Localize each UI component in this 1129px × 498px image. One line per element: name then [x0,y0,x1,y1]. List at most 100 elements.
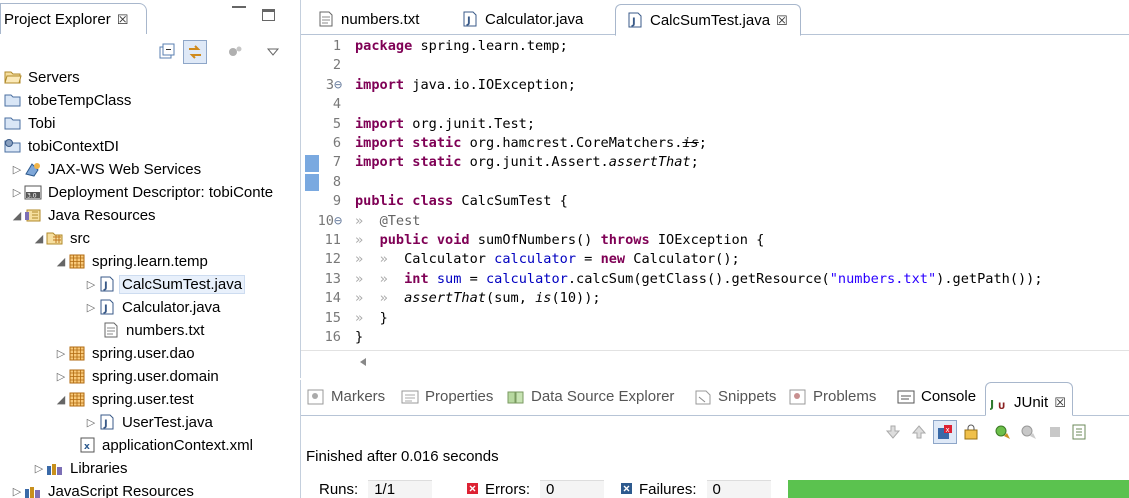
scroll-left-icon[interactable] [357,356,369,368]
chevron-right-icon[interactable]: ▷ [10,485,24,498]
tree-item-selected[interactable]: ▷ J CalcSumTest.java [84,273,246,295]
chevron-right-icon[interactable]: ▷ [84,416,98,429]
chevron-right-icon[interactable]: ▷ [10,163,24,176]
test-run-history-button[interactable] [1067,420,1091,444]
stop-button[interactable] [1043,420,1067,444]
tree-item[interactable]: ◢ spring.learn.temp [54,250,208,272]
java-resources-icon [24,207,42,223]
tree-item[interactable]: ▷ 3.0 Deployment Descriptor: tobiConte [10,181,273,203]
tree-item[interactable]: ◢ Java Resources [10,204,156,226]
java-project-icon [4,138,22,154]
error-icon [467,483,478,494]
code-line: 15» } [324,309,388,326]
text-file-icon [317,11,335,27]
tree-item[interactable]: Tobi [4,112,56,134]
rerun-test-button[interactable] [991,420,1015,444]
tree-item-label: spring.user.dao [92,344,195,362]
svg-text:J: J [103,304,108,315]
close-icon[interactable]: ☒ [776,13,788,28]
chevron-right-icon[interactable]: ▷ [54,370,68,383]
chevron-right-icon[interactable]: ▷ [32,462,46,475]
tree-item[interactable]: ◢ spring.user.test [54,388,194,410]
tab-data-source-explorer[interactable]: Data Source Explorer [507,388,674,405]
tree-item-label: Servers [28,68,80,86]
lock-icon [964,424,978,440]
editor-tab-calcsumtest[interactable]: J CalcSumTest.java ☒ [615,4,801,36]
tree-item-label: tobeTempClass [28,91,132,109]
close-icon[interactable]: ☒ [1054,395,1066,411]
chevron-down-icon[interactable]: ◢ [54,255,68,268]
tab-snippets[interactable]: Snippets [694,388,776,405]
tree-item-label: Deployment Descriptor: tobiConte [48,183,274,201]
runs-counter: Runs: 1/1 [319,480,433,498]
rerun-failed-first-button[interactable] [1017,420,1041,444]
tree-item-label: Tobi [28,114,56,132]
chevron-right-icon[interactable]: ▷ [10,186,24,199]
errors-counter: Errors: 0 [467,480,604,498]
editor-tab-calculator[interactable]: J Calculator.java [451,4,583,35]
tree-item[interactable]: ▷ spring.user.dao [54,342,195,364]
editor-tabbar: numbers.txt J Calculator.java J CalcSumTes… [301,0,1129,36]
tree-item[interactable]: tobeTempClass [4,89,131,111]
tree-item[interactable]: numbers.txt [102,319,204,341]
view-menu-dropdown[interactable] [261,40,285,64]
chevron-right-icon[interactable]: ▷ [84,301,98,314]
code-line: 11» public void sumOfNumbers() throws IO… [324,232,765,248]
editor-area: numbers.txt J Calculator.java J CalcSumTes… [300,0,1129,378]
project-explorer-tab[interactable]: Project Explorer ☒ [0,3,147,34]
show-failures-only-button[interactable]: x [933,420,957,444]
scroll-lock-button[interactable] [959,420,983,444]
failure-icon [621,483,632,494]
tree-item[interactable]: Servers [4,66,80,88]
svg-text:x: x [946,426,950,434]
tab-properties[interactable]: Properties [401,388,493,405]
previous-failure-button[interactable] [907,420,931,444]
tree-item[interactable]: ▷ J UserTest.java [84,411,213,433]
editor-tab-numbers[interactable]: numbers.txt [307,4,419,35]
next-failure-button[interactable] [881,420,905,444]
project-icon [4,92,22,108]
chevron-down-icon[interactable]: ◢ [10,209,24,222]
project-icon [4,115,22,131]
tree-item[interactable]: ▷ spring.user.domain [54,365,219,387]
tree-item[interactable]: x applicationContext.xml [78,434,253,456]
folder-open-icon [4,69,22,85]
tree-item[interactable]: tobiContextDI [4,135,119,157]
fold-icon[interactable]: ⊖ [334,213,342,229]
tree-item[interactable]: ◢ src [32,227,90,249]
svg-text:J: J [103,419,108,430]
package-icon [68,391,86,407]
arrow-down-icon [885,425,901,439]
svg-text:J: J [990,398,994,411]
tree-item[interactable]: ▷ JavaScript Resources [10,480,194,498]
tab-console[interactable]: Console [897,388,976,405]
code-line: 2 [332,57,341,74]
code-line: 12» » Calculator calculator = new Calcul… [324,251,740,268]
chevron-right-icon[interactable]: ▷ [84,278,98,291]
view-menu-button[interactable] [223,40,247,64]
minimize-icon[interactable] [232,6,246,18]
tree-item-label: tobiContextDI [28,137,119,155]
java-file-icon: J [461,11,479,27]
collapse-all-button[interactable] [155,40,179,64]
code-line: 4 [332,96,341,113]
chevron-down-icon[interactable]: ◢ [32,232,46,245]
tree-item[interactable]: ▷ J Calculator.java [84,296,221,318]
tab-markers[interactable]: Markers [307,388,385,405]
maximize-icon[interactable] [262,9,275,21]
chevron-right-icon[interactable]: ▷ [54,347,68,360]
tab-junit[interactable]: J U JUnit ☒ [985,382,1073,416]
svg-text:J: J [103,281,108,292]
svg-text:J: J [631,17,636,28]
tab-problems[interactable]: Problems [789,388,876,405]
tree-item[interactable]: ▷ JAX-WS Web Services [10,158,201,180]
collapse-all-icon [159,43,175,59]
link-with-editor-button[interactable] [183,40,207,64]
chevron-down-icon[interactable]: ◢ [54,393,68,406]
close-icon[interactable]: ☒ [117,12,129,27]
tree-item[interactable]: ▷ Libraries [32,457,128,479]
horizontal-scrollbar[interactable] [301,350,1129,372]
code-editor[interactable]: 1 package spring.learn.temp; 2 3 ⊖ import j… [301,38,1129,350]
chevron-down-icon [266,48,280,56]
fold-icon[interactable]: ⊖ [334,77,342,93]
